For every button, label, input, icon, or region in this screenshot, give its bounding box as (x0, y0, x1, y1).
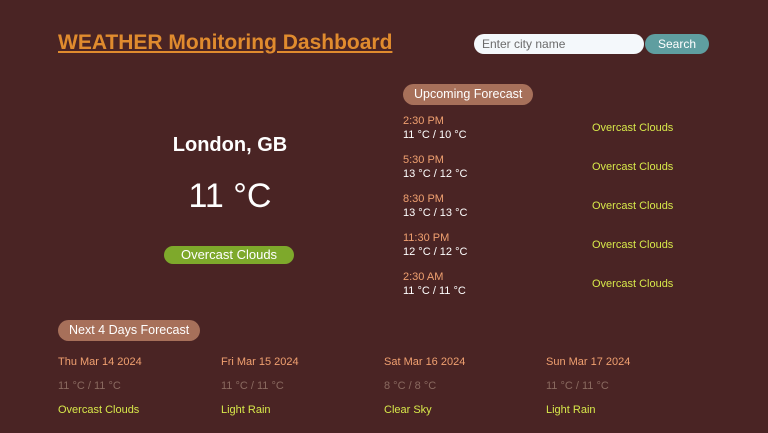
daily-forecast-card: Fri Mar 15 2024 11 °C / 11 °C Light Rain (221, 356, 371, 426)
daily-condition: Light Rain (221, 404, 271, 416)
hourly-condition: Overcast Clouds (592, 200, 674, 212)
hourly-temp-range: 13 °C / 12 °C (403, 168, 468, 180)
upcoming-forecast-heading: Upcoming Forecast (403, 84, 534, 105)
daily-forecast-card: Sun Mar 17 2024 11 °C / 11 °C Light Rain (546, 356, 696, 426)
daily-date: Sun Mar 17 2024 (546, 356, 631, 368)
hourly-forecast-row: 11:30 PM 12 °C / 12 °C Overcast Clouds (403, 232, 703, 264)
hourly-forecast-row: 2:30 AM 11 °C / 11 °C Overcast Clouds (403, 271, 703, 303)
daily-temp-range: 11 °C / 11 °C (58, 380, 121, 392)
hourly-time: 2:30 PM (403, 115, 444, 127)
current-location: London, GB (172, 134, 288, 156)
daily-condition: Overcast Clouds (58, 404, 140, 416)
hourly-forecast-row: 8:30 PM 13 °C / 13 °C Overcast Clouds (403, 193, 703, 225)
daily-date: Thu Mar 14 2024 (58, 356, 142, 368)
daily-date: Sat Mar 16 2024 (384, 356, 466, 368)
search-button[interactable]: Search (645, 34, 709, 54)
hourly-time: 8:30 PM (403, 193, 444, 205)
hourly-time: 2:30 AM (403, 271, 444, 283)
city-search-input[interactable] (474, 34, 644, 54)
hourly-condition: Overcast Clouds (592, 278, 674, 290)
current-temperature: 11 °C (188, 177, 272, 215)
daily-temp-range: 11 °C / 11 °C (221, 380, 284, 392)
daily-forecast-card: Thu Mar 14 2024 11 °C / 11 °C Overcast C… (58, 356, 208, 426)
daily-condition: Clear Sky (384, 404, 432, 416)
hourly-forecast-row: 5:30 PM 13 °C / 12 °C Overcast Clouds (403, 154, 703, 186)
current-condition-badge: Overcast Clouds (164, 246, 294, 264)
hourly-forecast-row: 2:30 PM 11 °C / 10 °C Overcast Clouds (403, 115, 703, 147)
daily-temp-range: 11 °C / 11 °C (546, 380, 609, 392)
hourly-condition: Overcast Clouds (592, 239, 674, 251)
hourly-condition: Overcast Clouds (592, 122, 674, 134)
app-title[interactable]: WEATHER Monitoring Dashboard (58, 31, 392, 55)
daily-forecast-card: Sat Mar 16 2024 8 °C / 8 °C Clear Sky (384, 356, 534, 426)
hourly-temp-range: 11 °C / 11 °C (403, 285, 466, 297)
daily-forecast-heading: Next 4 Days Forecast (58, 320, 201, 341)
daily-condition: Light Rain (546, 404, 596, 416)
daily-date: Fri Mar 15 2024 (221, 356, 299, 368)
hourly-temp-range: 12 °C / 12 °C (403, 246, 468, 258)
hourly-time: 11:30 PM (403, 232, 450, 244)
hourly-time: 5:30 PM (403, 154, 444, 166)
hourly-condition: Overcast Clouds (592, 161, 674, 173)
hourly-temp-range: 13 °C / 13 °C (403, 207, 468, 219)
daily-temp-range: 8 °C / 8 °C (384, 380, 437, 392)
hourly-temp-range: 11 °C / 10 °C (403, 129, 467, 141)
